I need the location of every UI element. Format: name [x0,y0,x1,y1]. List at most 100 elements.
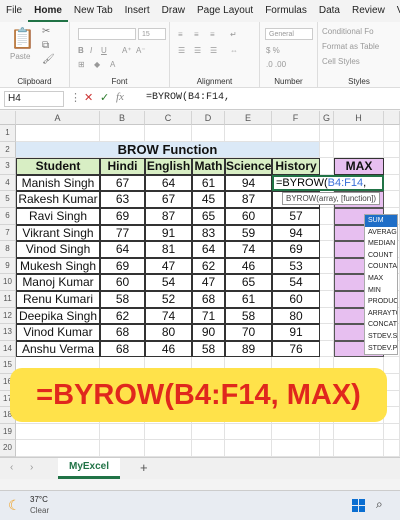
score-cell[interactable]: 52 [145,291,192,308]
column-header-i[interactable] [384,111,400,125]
autocomplete-item[interactable]: COUNTA [365,261,397,273]
align-top-icon[interactable]: ≡ [178,30,183,39]
score-cell[interactable]: 94 [225,174,272,192]
cell[interactable] [320,440,334,457]
score-cell[interactable]: 68 [100,324,145,341]
cell[interactable] [320,241,334,258]
score-cell[interactable]: 60 [272,291,320,308]
score-cell[interactable]: 58 [225,307,272,325]
more-icon[interactable]: ⋮ [70,91,81,104]
score-cell[interactable]: 87 [145,208,192,225]
cell[interactable] [225,423,272,441]
font-color-icon[interactable]: A [110,60,115,69]
row-header[interactable]: 9 [0,257,16,275]
autocomplete-item[interactable]: SUM [365,215,397,227]
cell[interactable] [384,125,400,142]
cell-styles[interactable]: Cell Styles [322,57,360,66]
student-name[interactable]: Deepika Singh [16,307,100,325]
cell[interactable] [320,340,334,358]
format-painter-icon[interactable]: 🖌 [42,54,55,65]
currency-icon[interactable]: $ % [266,46,280,55]
column-header-h[interactable]: H [334,111,384,125]
tab-view[interactable]: View [391,0,400,22]
row-header[interactable]: 6 [0,208,16,225]
cell[interactable] [272,423,320,441]
cell[interactable] [334,440,384,457]
score-cell[interactable]: 87 [225,191,272,208]
weather-temp[interactable]: 37°C [30,495,48,504]
tab-data[interactable]: Data [313,0,346,22]
underline-icon[interactable]: U [101,46,107,55]
column-header-f[interactable]: F [272,111,320,125]
cell[interactable] [384,174,400,192]
score-cell[interactable]: 59 [225,224,272,242]
score-cell[interactable]: 60 [100,274,145,291]
tab-review[interactable]: Review [346,0,391,22]
cell[interactable] [384,141,400,159]
score-cell[interactable]: 54 [145,274,192,291]
row-header[interactable]: 14 [0,340,16,358]
student-name[interactable]: Vinod Singh [16,241,100,258]
score-cell[interactable]: 80 [272,307,320,325]
score-cell[interactable]: 65 [225,274,272,291]
score-cell[interactable]: 74 [145,307,192,325]
cell[interactable] [320,208,334,225]
autocomplete-item[interactable]: MAX [365,273,397,285]
cell[interactable] [320,141,334,159]
autocomplete-item[interactable]: MIN [365,285,397,297]
cell[interactable] [320,158,334,175]
student-name[interactable]: Vinod Kumar [16,324,100,341]
score-cell[interactable]: 61 [225,291,272,308]
row-header[interactable]: 1 [0,125,16,142]
row-header[interactable]: 5 [0,191,16,208]
cell[interactable] [384,423,400,441]
decimal-icon[interactable]: .0 .00 [266,60,286,69]
insert-function-icon[interactable]: fx [116,91,124,103]
italic-icon[interactable]: I [90,46,92,55]
weather-condition[interactable]: Clear [30,506,49,515]
copy-icon[interactable]: ⧉ [42,40,49,51]
cell[interactable] [16,423,100,441]
merge-icon[interactable]: ⇔ [230,46,238,55]
paste-label[interactable]: Paste [10,52,30,61]
score-cell[interactable]: 69 [100,257,145,275]
font-name-box[interactable] [78,28,136,40]
formula-input[interactable]: =BYROW(B4:F14, [146,92,230,103]
cell[interactable] [384,158,400,175]
column-header-c[interactable]: C [145,111,192,125]
score-cell[interactable]: 60 [225,208,272,225]
cell[interactable] [320,125,334,142]
student-name[interactable]: Manoj Kumar [16,274,100,291]
cell[interactable] [384,357,400,374]
score-cell[interactable]: 64 [145,174,192,192]
score-cell[interactable]: 68 [100,340,145,358]
score-cell[interactable]: 57 [272,208,320,225]
cell[interactable] [145,440,192,457]
column-header-b[interactable]: B [100,111,145,125]
score-cell[interactable]: 80 [145,324,192,341]
align-middle-icon[interactable]: ≡ [194,30,199,39]
autocomplete-item[interactable]: STDEV.S [365,331,397,343]
score-cell[interactable]: 94 [272,224,320,242]
score-cell[interactable]: 54 [272,274,320,291]
header-max[interactable]: MAX [334,158,384,175]
score-cell[interactable]: 74 [225,241,272,258]
score-cell[interactable]: 61 [192,174,225,192]
student-name[interactable]: Vikrant Singh [16,224,100,242]
score-cell[interactable]: 67 [145,191,192,208]
score-cell[interactable]: 53 [272,257,320,275]
score-cell[interactable]: 69 [272,241,320,258]
row-header[interactable]: 3 [0,158,16,175]
score-cell[interactable]: 91 [272,324,320,341]
score-cell[interactable]: 70 [225,324,272,341]
cell[interactable] [320,274,334,291]
student-name[interactable]: Mukesh Singh [16,257,100,275]
autocomplete-item[interactable]: STDEV.P [365,343,397,355]
cell[interactable] [16,440,100,457]
borders-icon[interactable]: ⊞ [78,60,85,69]
autocomplete-item[interactable]: MEDIAN [365,238,397,250]
score-cell[interactable]: 76 [272,340,320,358]
cell[interactable] [334,141,384,159]
cell[interactable] [145,125,192,142]
row-header[interactable]: 13 [0,324,16,341]
